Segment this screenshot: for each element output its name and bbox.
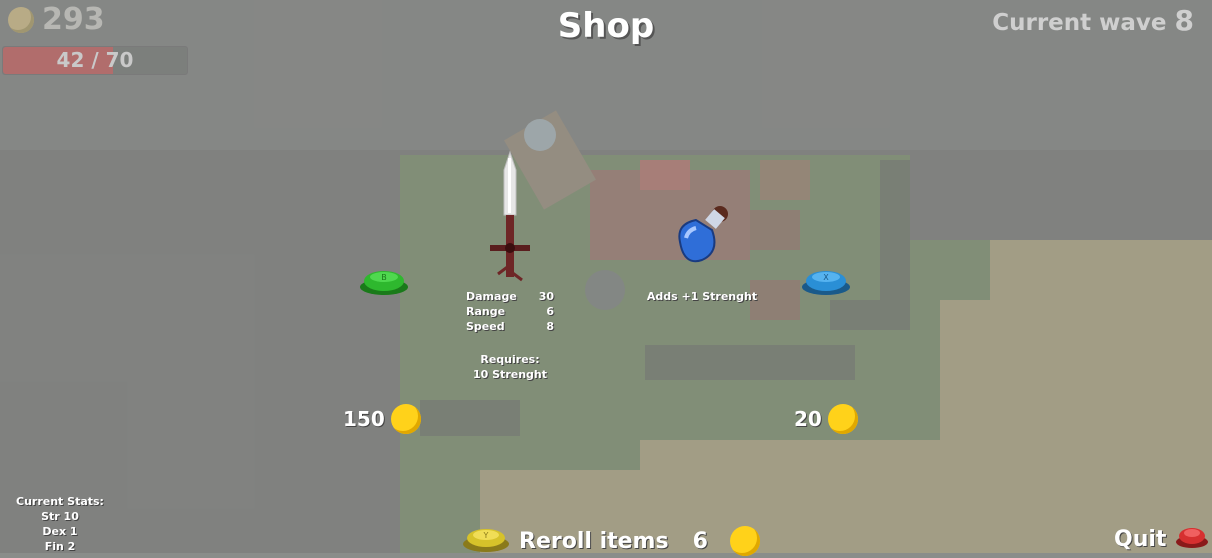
sword-requirements: Requires: 10 Strenght: [460, 352, 560, 382]
stat-row-range: Range 6: [466, 304, 566, 319]
requires-value: 10 Strenght: [473, 368, 547, 381]
health-text: 42 / 70: [56, 48, 134, 72]
wave-label: Current wave: [992, 10, 1167, 36]
reroll-cost: 6: [692, 528, 708, 554]
red-b-button-icon: [1174, 524, 1210, 554]
potion-price: 20: [794, 404, 858, 434]
blue-potion-icon[interactable]: [670, 200, 734, 268]
svg-text:Y: Y: [483, 531, 489, 540]
sword-price: 150: [343, 404, 421, 434]
stat-value: 6: [546, 305, 554, 318]
health-bar: 42 / 70: [2, 46, 188, 75]
quit-button[interactable]: Quit: [1114, 524, 1210, 554]
requires-label: Requires:: [480, 353, 540, 366]
green-b-button-icon[interactable]: B: [358, 265, 410, 301]
stat-dex: Dex 1: [42, 525, 78, 538]
stat-label: Speed: [466, 320, 505, 333]
blue-x-button-icon[interactable]: X: [800, 265, 852, 301]
sword-stats: Damage 30 Range 6 Speed 8: [466, 289, 566, 334]
potion-description: Adds +1 Strenght: [646, 290, 758, 303]
svg-text:B: B: [381, 273, 387, 282]
stat-label: Range: [466, 305, 506, 318]
stat-fin: Fin 2: [44, 540, 76, 553]
sword-icon[interactable]: [478, 150, 542, 285]
stat-str: Str 10: [41, 510, 79, 523]
stat-row-speed: Speed 8: [466, 319, 566, 334]
price-value: 20: [794, 407, 822, 431]
coin-icon: [729, 526, 760, 556]
coin-icon: [827, 404, 858, 434]
dim-overlay: [0, 0, 1212, 553]
quit-label: Quit: [1114, 526, 1167, 552]
stat-value: 30: [538, 290, 554, 303]
svg-text:X: X: [823, 273, 829, 282]
stat-row-damage: Damage 30: [466, 289, 566, 304]
current-stats: Current Stats: Str 10 Dex 1 Fin 2: [8, 494, 112, 554]
current-stats-heading: Current Stats:: [16, 495, 104, 508]
reroll-label: Reroll items: [519, 528, 669, 554]
stat-value: 8: [546, 320, 554, 333]
coin-icon: [390, 404, 421, 434]
price-value: 150: [343, 407, 385, 431]
wave-number: 8: [1174, 4, 1194, 37]
wave-indicator: Current wave 8: [992, 4, 1194, 37]
stat-label: Damage: [466, 290, 517, 303]
